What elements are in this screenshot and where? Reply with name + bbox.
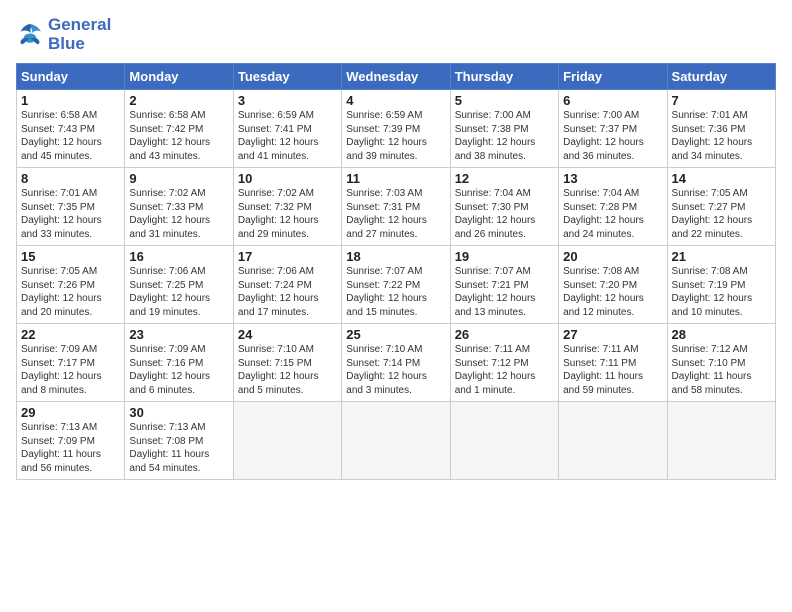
table-row: 30 Sunrise: 7:13 AMSunset: 7:08 PMDaylig… (125, 402, 233, 480)
table-row: 4 Sunrise: 6:59 AMSunset: 7:39 PMDayligh… (342, 90, 450, 168)
table-row: 11 Sunrise: 7:03 AMSunset: 7:31 PMDaylig… (342, 168, 450, 246)
table-row: 24 Sunrise: 7:10 AMSunset: 7:15 PMDaylig… (233, 324, 341, 402)
logo-icon (16, 21, 44, 49)
empty-cell (233, 402, 341, 480)
col-friday: Friday (559, 64, 667, 90)
table-row: 20 Sunrise: 7:08 AMSunset: 7:20 PMDaylig… (559, 246, 667, 324)
table-row: 7 Sunrise: 7:01 AMSunset: 7:36 PMDayligh… (667, 90, 775, 168)
logo-text: General Blue (48, 16, 111, 53)
table-row: 28 Sunrise: 7:12 AMSunset: 7:10 PMDaylig… (667, 324, 775, 402)
col-tuesday: Tuesday (233, 64, 341, 90)
table-row: 17 Sunrise: 7:06 AMSunset: 7:24 PMDaylig… (233, 246, 341, 324)
empty-cell (667, 402, 775, 480)
calendar-table: Sunday Monday Tuesday Wednesday Thursday… (16, 63, 776, 480)
week-row: 15 Sunrise: 7:05 AMSunset: 7:26 PMDaylig… (17, 246, 776, 324)
header-row: Sunday Monday Tuesday Wednesday Thursday… (17, 64, 776, 90)
table-row: 27 Sunrise: 7:11 AMSunset: 7:11 PMDaylig… (559, 324, 667, 402)
table-row: 22 Sunrise: 7:09 AMSunset: 7:17 PMDaylig… (17, 324, 125, 402)
table-row: 14 Sunrise: 7:05 AMSunset: 7:27 PMDaylig… (667, 168, 775, 246)
table-row: 21 Sunrise: 7:08 AMSunset: 7:19 PMDaylig… (667, 246, 775, 324)
logo: General Blue (16, 16, 111, 53)
col-wednesday: Wednesday (342, 64, 450, 90)
week-row: 1 Sunrise: 6:58 AMSunset: 7:43 PMDayligh… (17, 90, 776, 168)
table-row: 10 Sunrise: 7:02 AMSunset: 7:32 PMDaylig… (233, 168, 341, 246)
table-row: 2 Sunrise: 6:58 AMSunset: 7:42 PMDayligh… (125, 90, 233, 168)
table-row: 6 Sunrise: 7:00 AMSunset: 7:37 PMDayligh… (559, 90, 667, 168)
table-row: 12 Sunrise: 7:04 AMSunset: 7:30 PMDaylig… (450, 168, 558, 246)
table-row: 26 Sunrise: 7:11 AMSunset: 7:12 PMDaylig… (450, 324, 558, 402)
empty-cell (342, 402, 450, 480)
table-row: 23 Sunrise: 7:09 AMSunset: 7:16 PMDaylig… (125, 324, 233, 402)
table-row: 3 Sunrise: 6:59 AMSunset: 7:41 PMDayligh… (233, 90, 341, 168)
week-row: 29 Sunrise: 7:13 AMSunset: 7:09 PMDaylig… (17, 402, 776, 480)
table-row: 5 Sunrise: 7:00 AMSunset: 7:38 PMDayligh… (450, 90, 558, 168)
table-row: 29 Sunrise: 7:13 AMSunset: 7:09 PMDaylig… (17, 402, 125, 480)
table-row: 15 Sunrise: 7:05 AMSunset: 7:26 PMDaylig… (17, 246, 125, 324)
table-row: 18 Sunrise: 7:07 AMSunset: 7:22 PMDaylig… (342, 246, 450, 324)
page-header: General Blue (16, 16, 776, 53)
table-row: 16 Sunrise: 7:06 AMSunset: 7:25 PMDaylig… (125, 246, 233, 324)
table-row: 1 Sunrise: 6:58 AMSunset: 7:43 PMDayligh… (17, 90, 125, 168)
col-saturday: Saturday (667, 64, 775, 90)
table-row: 25 Sunrise: 7:10 AMSunset: 7:14 PMDaylig… (342, 324, 450, 402)
table-row: 9 Sunrise: 7:02 AMSunset: 7:33 PMDayligh… (125, 168, 233, 246)
col-sunday: Sunday (17, 64, 125, 90)
table-row: 13 Sunrise: 7:04 AMSunset: 7:28 PMDaylig… (559, 168, 667, 246)
week-row: 22 Sunrise: 7:09 AMSunset: 7:17 PMDaylig… (17, 324, 776, 402)
col-monday: Monday (125, 64, 233, 90)
table-row: 8 Sunrise: 7:01 AMSunset: 7:35 PMDayligh… (17, 168, 125, 246)
empty-cell (559, 402, 667, 480)
week-row: 8 Sunrise: 7:01 AMSunset: 7:35 PMDayligh… (17, 168, 776, 246)
table-row: 19 Sunrise: 7:07 AMSunset: 7:21 PMDaylig… (450, 246, 558, 324)
col-thursday: Thursday (450, 64, 558, 90)
page-container: General Blue Sunday Monday Tuesday Wedne… (0, 0, 792, 488)
empty-cell (450, 402, 558, 480)
